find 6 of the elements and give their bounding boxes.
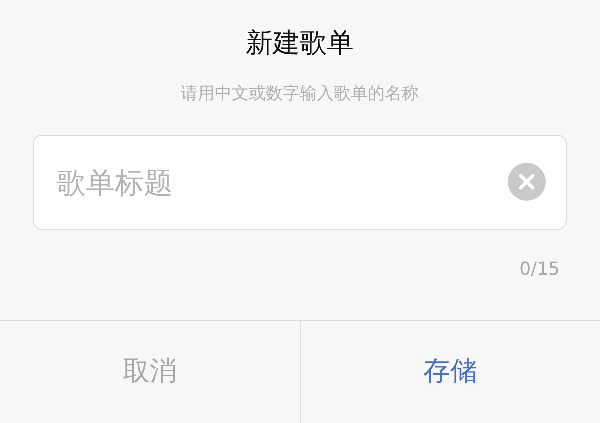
character-counter: 0/15: [520, 258, 560, 282]
dialog-title: 新建歌单: [246, 27, 354, 61]
clear-icon[interactable]: [507, 162, 547, 202]
dialog-hint: 请用中文或数字输入歌单的名称: [181, 83, 419, 106]
title-input-field[interactable]: 歌单标题: [33, 135, 567, 230]
save-button[interactable]: 存储: [300, 321, 600, 423]
